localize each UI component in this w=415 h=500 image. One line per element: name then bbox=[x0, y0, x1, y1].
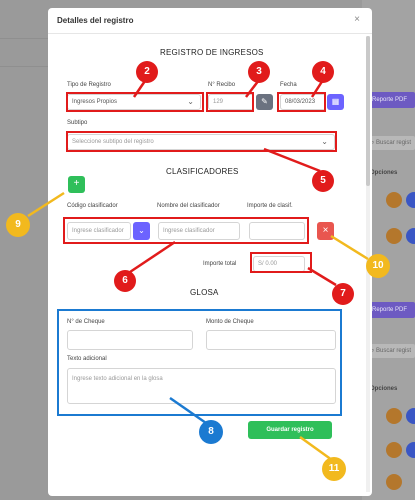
annotation-badge-11: 11 bbox=[322, 457, 346, 481]
search-placeholder: Buscar regist bbox=[376, 348, 412, 354]
save-button[interactable]: Guardar registro bbox=[248, 421, 332, 439]
annotation-badge-7: 7 bbox=[332, 283, 354, 305]
search-input[interactable]: ⌕ Buscar regist bbox=[368, 136, 415, 150]
codigo-label: Código clasificador bbox=[67, 203, 118, 209]
highlight-box bbox=[206, 92, 254, 112]
highlight-box bbox=[66, 92, 204, 112]
action-icon[interactable] bbox=[406, 408, 415, 424]
report-pdf-button[interactable]: Reporte PDF bbox=[368, 92, 415, 108]
annotation-badge-4: 4 bbox=[312, 61, 334, 83]
modal-header: Detalles del registro × bbox=[48, 8, 372, 34]
document-icon[interactable] bbox=[386, 228, 402, 244]
options-header: Opciones bbox=[370, 170, 398, 176]
recibo-label: N° Recibo bbox=[208, 82, 236, 88]
importe-total-label: Importe total bbox=[203, 261, 237, 267]
document-icon[interactable] bbox=[386, 474, 402, 490]
modal-title: Detalles del registro bbox=[57, 16, 134, 25]
highlight-box bbox=[66, 131, 337, 152]
nombre-label: Nombre del clasificador bbox=[157, 203, 220, 209]
annotation-badge-9: 9 bbox=[6, 213, 30, 237]
annotation-badge-6: 6 bbox=[114, 270, 136, 292]
subtipo-label: Subtipo bbox=[67, 120, 88, 126]
close-icon[interactable]: × bbox=[354, 14, 360, 25]
fecha-label: Fecha bbox=[280, 82, 297, 88]
search-input[interactable]: ⌕ Buscar regist bbox=[368, 344, 415, 358]
document-icon[interactable] bbox=[386, 408, 402, 424]
section-title-glosa: GLOSA bbox=[190, 288, 219, 297]
highlight-box bbox=[250, 252, 312, 273]
action-icon[interactable] bbox=[406, 228, 415, 244]
highlight-box bbox=[57, 309, 342, 416]
annotation-badge-10: 10 bbox=[366, 254, 390, 278]
divider bbox=[0, 38, 48, 39]
document-icon[interactable] bbox=[386, 192, 402, 208]
divider bbox=[0, 66, 48, 67]
calendar-icon[interactable]: ▦ bbox=[327, 94, 344, 110]
annotation-badge-8: 8 bbox=[199, 420, 223, 444]
importe-label: Importe de clasif. bbox=[247, 203, 293, 209]
annotation-badge-3: 3 bbox=[248, 61, 270, 83]
tipo-label: Tipo de Registro bbox=[67, 82, 111, 88]
annotation-badge-2: 2 bbox=[136, 61, 158, 83]
report-pdf-button[interactable]: Reporte PDF bbox=[368, 302, 415, 318]
action-icon[interactable] bbox=[406, 192, 415, 208]
annotation-badge-5: 5 bbox=[312, 170, 334, 192]
section-title-registro: REGISTRO DE INGRESOS bbox=[160, 48, 264, 57]
pencil-icon[interactable]: ✎ bbox=[256, 94, 273, 110]
add-classifier-button[interactable]: + bbox=[68, 176, 85, 193]
action-icon[interactable] bbox=[406, 442, 415, 458]
document-icon[interactable] bbox=[386, 442, 402, 458]
highlight-box bbox=[277, 92, 326, 112]
remove-classifier-button[interactable]: × bbox=[317, 222, 334, 240]
search-placeholder: Buscar regist bbox=[376, 140, 412, 146]
options-header: Opciones bbox=[370, 386, 398, 392]
section-title-clasificadores: CLASIFICADORES bbox=[166, 167, 239, 176]
scrollbar-thumb[interactable] bbox=[366, 36, 370, 186]
highlight-box bbox=[63, 217, 309, 244]
